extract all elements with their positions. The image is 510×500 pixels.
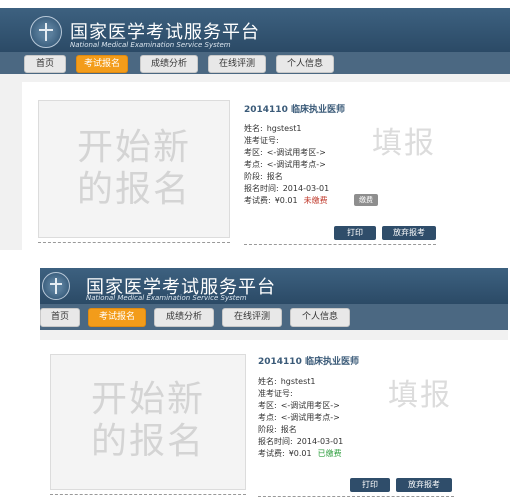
- divider: [258, 496, 454, 497]
- nav-online-assessment[interactable]: 在线评测: [222, 308, 282, 327]
- exam-area-row: 考区: <-调试用考区->: [258, 400, 340, 411]
- exam-site-row: 考点: <-调试用考点->: [258, 412, 340, 423]
- exam-site-label: 考点:: [258, 413, 277, 422]
- site-header: 国家医学考试服务平台 National Medical Examination …: [0, 8, 510, 52]
- browser-edge: [0, 0, 510, 8]
- exam-site-value: <-调试用考点->: [280, 413, 340, 422]
- pay-button[interactable]: 缴费: [354, 194, 378, 206]
- ticket-row: 准考证号:: [258, 388, 297, 399]
- screenshot-before-payment: 国家医学考试服务平台 National Medical Examination …: [0, 0, 510, 250]
- exam-title: 2014110 临床执业医师: [258, 357, 359, 367]
- stage-value: 报名: [266, 172, 283, 181]
- screenshot-after-payment: 国家医学考试服务平台 National Medical Examination …: [40, 268, 508, 500]
- exam-title: 2014110 临床执业医师: [244, 105, 345, 115]
- payment-status-badge: 已缴费: [317, 449, 342, 458]
- stage-row: 阶段: 报名: [258, 424, 297, 435]
- exam-area-value: <-调试用考区->: [266, 148, 326, 157]
- site-subtitle: National Medical Examination Service Sys…: [70, 41, 231, 49]
- exam-area-row: 考区: <-调试用考区->: [244, 147, 326, 158]
- payment-status-badge: 未缴费: [303, 196, 328, 205]
- nav-home[interactable]: 首页: [24, 55, 66, 73]
- name-row: 姓名: hgstest1: [258, 376, 315, 387]
- exam-site-label: 考点:: [244, 160, 263, 169]
- main-nav: 首页 考试报名 成绩分析 在线评测 个人信息: [0, 52, 510, 74]
- new-registration-tile[interactable]: 开始新 的报名: [38, 100, 230, 238]
- exam-fee-label: 考试费:: [258, 449, 285, 458]
- nav-personal-info[interactable]: 个人信息: [290, 308, 350, 327]
- exam-fee-value: ¥0.01: [274, 196, 298, 205]
- exam-area-label: 考区:: [258, 401, 277, 410]
- name-value: hgstest1: [280, 377, 316, 386]
- new-registration-text-line2: 的报名: [90, 421, 205, 462]
- exam-fee-row: 考试费: ¥0.01 已缴费: [258, 448, 342, 459]
- registration-time-value: 2014-03-01: [282, 184, 330, 193]
- nav-personal-info[interactable]: 个人信息: [276, 55, 334, 73]
- nav-score-analysis[interactable]: 成绩分析: [140, 55, 198, 73]
- new-registration-text-line1: 开始新: [76, 127, 191, 168]
- registration-content: 开始新 的报名 填报 2014110 临床执业医师 姓名: hgstest1 准考…: [22, 82, 510, 250]
- medical-emblem-icon: [42, 272, 70, 300]
- divider: [50, 494, 246, 495]
- new-registration-text-line2: 的报名: [76, 169, 191, 210]
- registration-time-row: 报名时间: 2014-03-01: [244, 183, 329, 194]
- abandon-registration-button[interactable]: 放弃报考: [382, 226, 436, 240]
- new-registration-tile[interactable]: 开始新 的报名: [50, 354, 246, 490]
- exam-site-row: 考点: <-调试用考点->: [244, 159, 326, 170]
- exam-fee-value: ¥0.01: [288, 449, 312, 458]
- divider: [244, 244, 436, 245]
- ticket-label: 准考证号:: [244, 136, 279, 145]
- exam-fee-label: 考试费:: [244, 196, 271, 205]
- name-label: 姓名:: [244, 124, 263, 133]
- print-button[interactable]: 打印: [334, 226, 376, 240]
- registration-content: 开始新 的报名 填报 2014110 临床执业医师 姓名: hgstest1 准考…: [40, 340, 508, 500]
- fill-in-watermark: 填报: [372, 126, 436, 161]
- exam-area-label: 考区:: [244, 148, 263, 157]
- nav-home[interactable]: 首页: [40, 308, 80, 327]
- name-label: 姓名:: [258, 377, 277, 386]
- registration-time-label: 报名时间:: [258, 437, 293, 446]
- registration-time-value: 2014-03-01: [296, 437, 344, 446]
- divider: [38, 242, 230, 243]
- medical-emblem-icon: [30, 16, 62, 48]
- registration-time-row: 报名时间: 2014-03-01: [258, 436, 343, 447]
- registration-time-label: 报名时间:: [244, 184, 279, 193]
- stage-row: 阶段: 报名: [244, 171, 283, 182]
- site-subtitle: National Medical Examination Service Sys…: [86, 294, 247, 302]
- nav-online-assessment[interactable]: 在线评测: [208, 55, 266, 73]
- exam-fee-row: 考试费: ¥0.01 未缴费: [244, 195, 328, 206]
- exam-area-value: <-调试用考区->: [280, 401, 340, 410]
- stage-value: 报名: [280, 425, 297, 434]
- name-row: 姓名: hgstest1: [244, 123, 301, 134]
- stage-label: 阶段:: [258, 425, 277, 434]
- abandon-registration-button[interactable]: 放弃报考: [396, 478, 452, 492]
- stage-label: 阶段:: [244, 172, 263, 181]
- fill-in-watermark: 填报: [388, 378, 452, 413]
- main-nav: 首页 考试报名 成绩分析 在线评测 个人信息: [40, 304, 508, 330]
- nav-exam-registration[interactable]: 考试报名: [88, 308, 146, 327]
- nav-exam-registration[interactable]: 考试报名: [76, 55, 128, 73]
- site-header: 国家医学考试服务平台 National Medical Examination …: [40, 268, 508, 304]
- ticket-label: 准考证号:: [258, 389, 293, 398]
- new-registration-text-line1: 开始新: [90, 379, 205, 420]
- nav-score-analysis[interactable]: 成绩分析: [154, 308, 214, 327]
- exam-site-value: <-调试用考点->: [266, 160, 326, 169]
- print-button[interactable]: 打印: [350, 478, 390, 492]
- ticket-row: 准考证号:: [244, 135, 283, 146]
- name-value: hgstest1: [266, 124, 302, 133]
